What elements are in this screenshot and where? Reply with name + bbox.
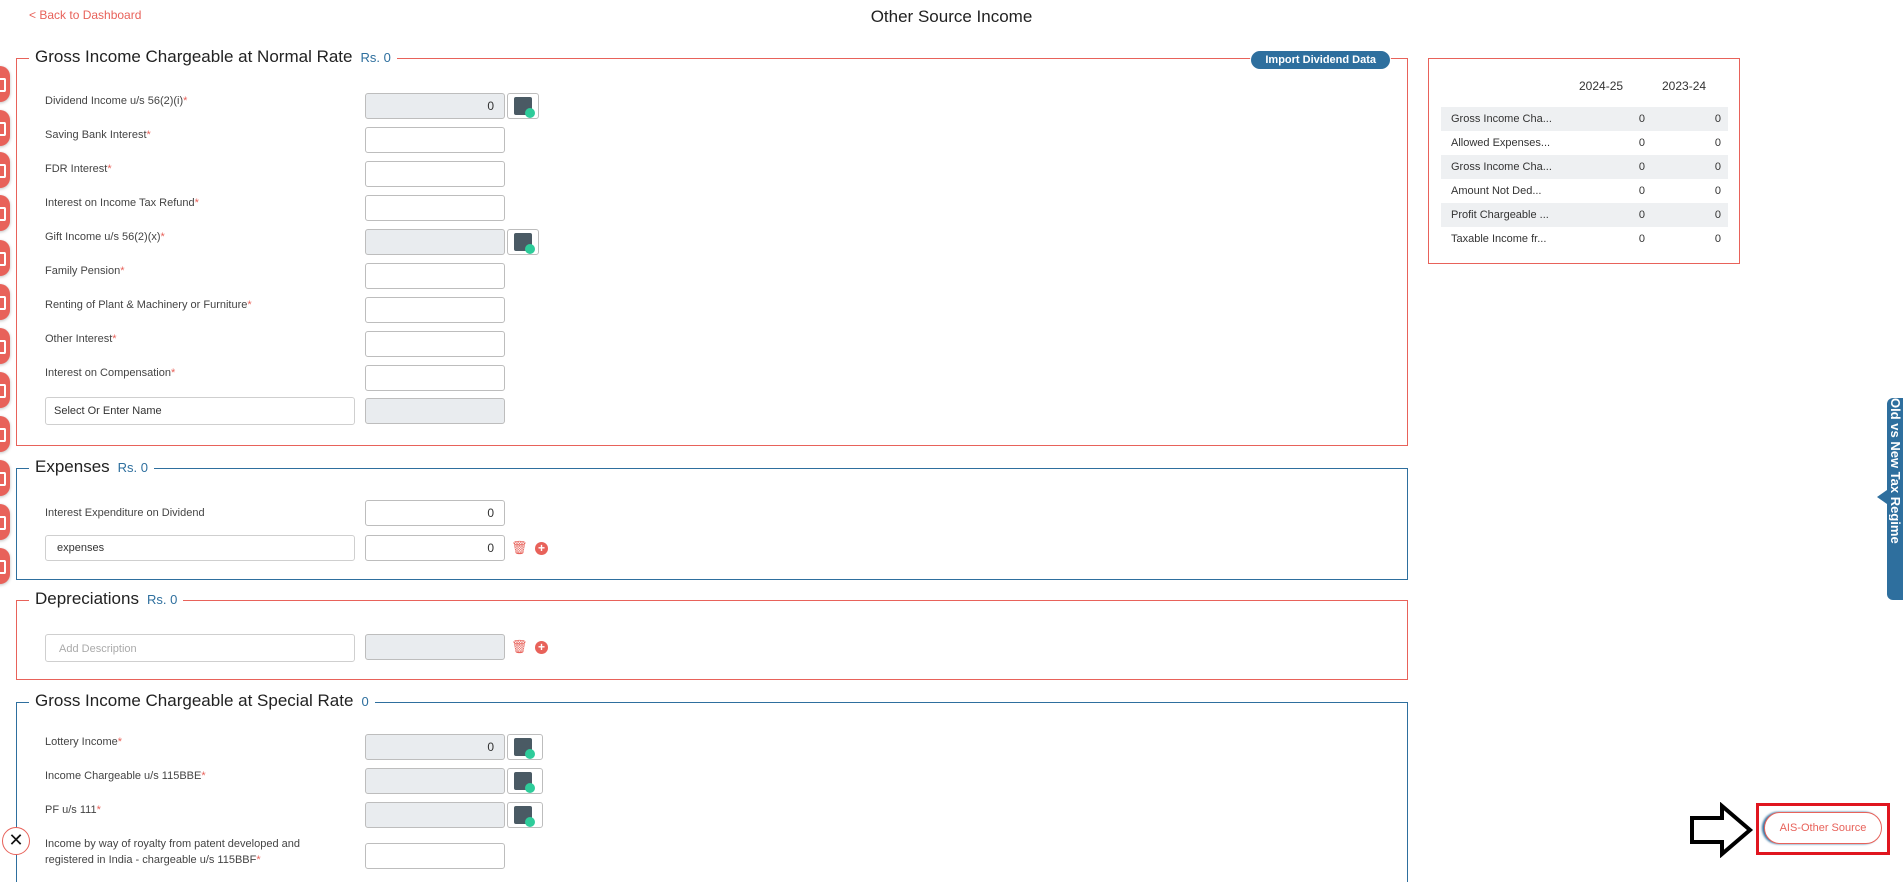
expenses-section: Expenses Rs. 0 Interest Expenditure on D… bbox=[16, 457, 1408, 580]
rail-button-9[interactable] bbox=[0, 416, 10, 452]
lottery-income-label: Lottery Income* bbox=[45, 736, 123, 748]
pf-111-label: PF u/s 111* bbox=[45, 804, 101, 816]
pointer-arrow-icon bbox=[1690, 802, 1754, 858]
pf-111-calculator-button[interactable] bbox=[507, 802, 543, 828]
rail-button-5[interactable] bbox=[0, 240, 10, 276]
renting-plant-label: Renting of Plant & Machinery or Furnitur… bbox=[45, 299, 252, 311]
saving-bank-interest-input[interactable] bbox=[365, 127, 505, 153]
gift-calculator-button[interactable] bbox=[507, 229, 539, 255]
income-tax-refund-interest-label: Interest on Income Tax Refund* bbox=[45, 197, 199, 209]
dividend-income-label: Dividend Income u/s 56(2)(i)* bbox=[45, 95, 188, 107]
side-tab-caret-icon bbox=[1877, 490, 1887, 504]
expenses-legend: Expenses Rs. 0 bbox=[29, 457, 155, 477]
lottery-calculator-button[interactable] bbox=[507, 734, 543, 760]
special-rate-title: Gross Income Chargeable at Special Rate bbox=[35, 691, 354, 710]
calculator-icon bbox=[514, 233, 535, 254]
summary-year-previous: 2023-24 bbox=[1662, 79, 1707, 93]
depreciations-legend: Depreciations Rs. 0 bbox=[29, 589, 184, 609]
summary-row: Amount Not Ded... 0 0 bbox=[1451, 185, 1721, 197]
expense-amount-input[interactable]: 0 bbox=[365, 535, 505, 561]
other-interest-label: Other Interest* bbox=[45, 333, 117, 345]
fdr-interest-input[interactable] bbox=[365, 161, 505, 187]
summary-table: 2024-25 2023-24 Gross Income Cha... 0 0 Al… bbox=[1428, 58, 1740, 264]
depreciations-title: Depreciations bbox=[35, 589, 139, 608]
family-pension-label: Family Pension* bbox=[45, 265, 125, 277]
summary-year-current: 2024-25 bbox=[1579, 79, 1624, 93]
calculator-icon bbox=[514, 738, 535, 759]
normal-rate-amount: Rs. 0 bbox=[360, 50, 391, 65]
interest-compensation-label: Interest on Compensation* bbox=[45, 367, 176, 379]
normal-rate-legend: Gross Income Chargeable at Normal Rate R… bbox=[29, 47, 397, 67]
saving-bank-interest-label: Saving Bank Interest* bbox=[45, 129, 151, 141]
special-rate-section: Gross Income Chargeable at Special Rate … bbox=[16, 691, 1408, 882]
rail-button-4[interactable] bbox=[0, 195, 10, 231]
family-pension-input[interactable] bbox=[365, 263, 505, 289]
rail-button-10[interactable] bbox=[0, 460, 10, 496]
rail-button-8[interactable] bbox=[0, 372, 10, 408]
trash-icon[interactable]: 🗑 bbox=[511, 639, 528, 655]
gift-income-input[interactable] bbox=[365, 229, 505, 255]
page-title: Other Source Income bbox=[870, 7, 1033, 26]
close-icon[interactable]: ✕ bbox=[2, 827, 30, 855]
interest-expenditure-input[interactable]: 0 bbox=[365, 500, 505, 526]
pf-111-input[interactable] bbox=[365, 802, 505, 828]
income-115bbe-calculator-button[interactable] bbox=[507, 768, 543, 794]
normal-rate-section: Gross Income Chargeable at Normal Rate R… bbox=[16, 47, 1408, 446]
depreciations-section: Depreciations Rs. 0 Add Description 🗑 + bbox=[16, 589, 1408, 680]
depreciation-description-input[interactable]: Add Description bbox=[45, 634, 355, 662]
add-icon[interactable]: + bbox=[535, 542, 548, 555]
special-rate-legend: Gross Income Chargeable at Special Rate … bbox=[29, 691, 375, 711]
add-icon[interactable]: + bbox=[535, 641, 548, 654]
interest-compensation-input[interactable] bbox=[365, 365, 505, 391]
rail-button-7[interactable] bbox=[0, 328, 10, 364]
fdr-interest-label: FDR Interest* bbox=[45, 163, 112, 175]
royalty-patent-label: Income by way of royalty from patent dev… bbox=[45, 838, 300, 866]
summary-row: Gross Income Cha... 0 0 bbox=[1441, 155, 1728, 179]
depreciations-amount: Rs. 0 bbox=[146, 592, 178, 607]
special-rate-amount: 0 bbox=[361, 694, 369, 709]
dividend-income-input[interactable]: 0 bbox=[365, 93, 505, 119]
expenses-amount: Rs. 0 bbox=[117, 460, 149, 475]
ais-other-source-button[interactable]: AIS-Other Source bbox=[1764, 812, 1882, 844]
normal-rate-title: Gross Income Chargeable at Normal Rate bbox=[35, 47, 353, 66]
income-tax-refund-interest-input[interactable] bbox=[365, 195, 505, 221]
select-name-field[interactable]: Select Or Enter Name bbox=[45, 397, 355, 425]
rail-button-11[interactable] bbox=[0, 504, 10, 540]
rail-button-12[interactable] bbox=[0, 548, 10, 584]
summary-row: Taxable Income fr... 0 0 bbox=[1451, 233, 1721, 245]
select-name-amount[interactable] bbox=[365, 398, 505, 424]
interest-expenditure-label: Interest Expenditure on Dividend bbox=[45, 507, 205, 519]
summary-row: Allowed Expenses... 0 0 bbox=[1451, 137, 1721, 149]
rail-button-1[interactable] bbox=[0, 66, 10, 102]
tax-regime-side-tab-label: Old vs New Tax Regime bbox=[1889, 398, 1903, 544]
trash-icon[interactable]: 🗑 bbox=[511, 540, 528, 556]
income-115bbe-label: Income Chargeable u/s 115BBE* bbox=[45, 770, 206, 782]
calculator-icon bbox=[514, 772, 535, 793]
rail-button-2[interactable] bbox=[0, 110, 10, 146]
rail-button-3[interactable] bbox=[0, 152, 10, 188]
expenses-title: Expenses bbox=[35, 457, 110, 476]
lottery-income-input[interactable]: 0 bbox=[365, 734, 505, 760]
royalty-patent-input[interactable] bbox=[365, 843, 505, 869]
gift-income-label: Gift Income u/s 56(2)(x)* bbox=[45, 231, 165, 243]
renting-plant-input[interactable] bbox=[365, 297, 505, 323]
calculator-icon bbox=[514, 806, 535, 827]
import-dividend-button[interactable]: Import Dividend Data bbox=[1250, 50, 1391, 70]
other-interest-input[interactable] bbox=[365, 331, 505, 357]
summary-row: Profit Chargeable ... 0 0 bbox=[1441, 203, 1728, 227]
dividend-calculator-button[interactable] bbox=[507, 93, 539, 119]
summary-row: Gross Income Cha... 0 0 bbox=[1441, 107, 1728, 131]
calculator-icon bbox=[514, 97, 535, 118]
depreciation-amount-input[interactable] bbox=[365, 634, 505, 660]
income-115bbe-input[interactable] bbox=[365, 768, 505, 794]
expense-name-input[interactable]: expenses bbox=[45, 535, 355, 561]
rail-button-6[interactable] bbox=[0, 284, 10, 320]
